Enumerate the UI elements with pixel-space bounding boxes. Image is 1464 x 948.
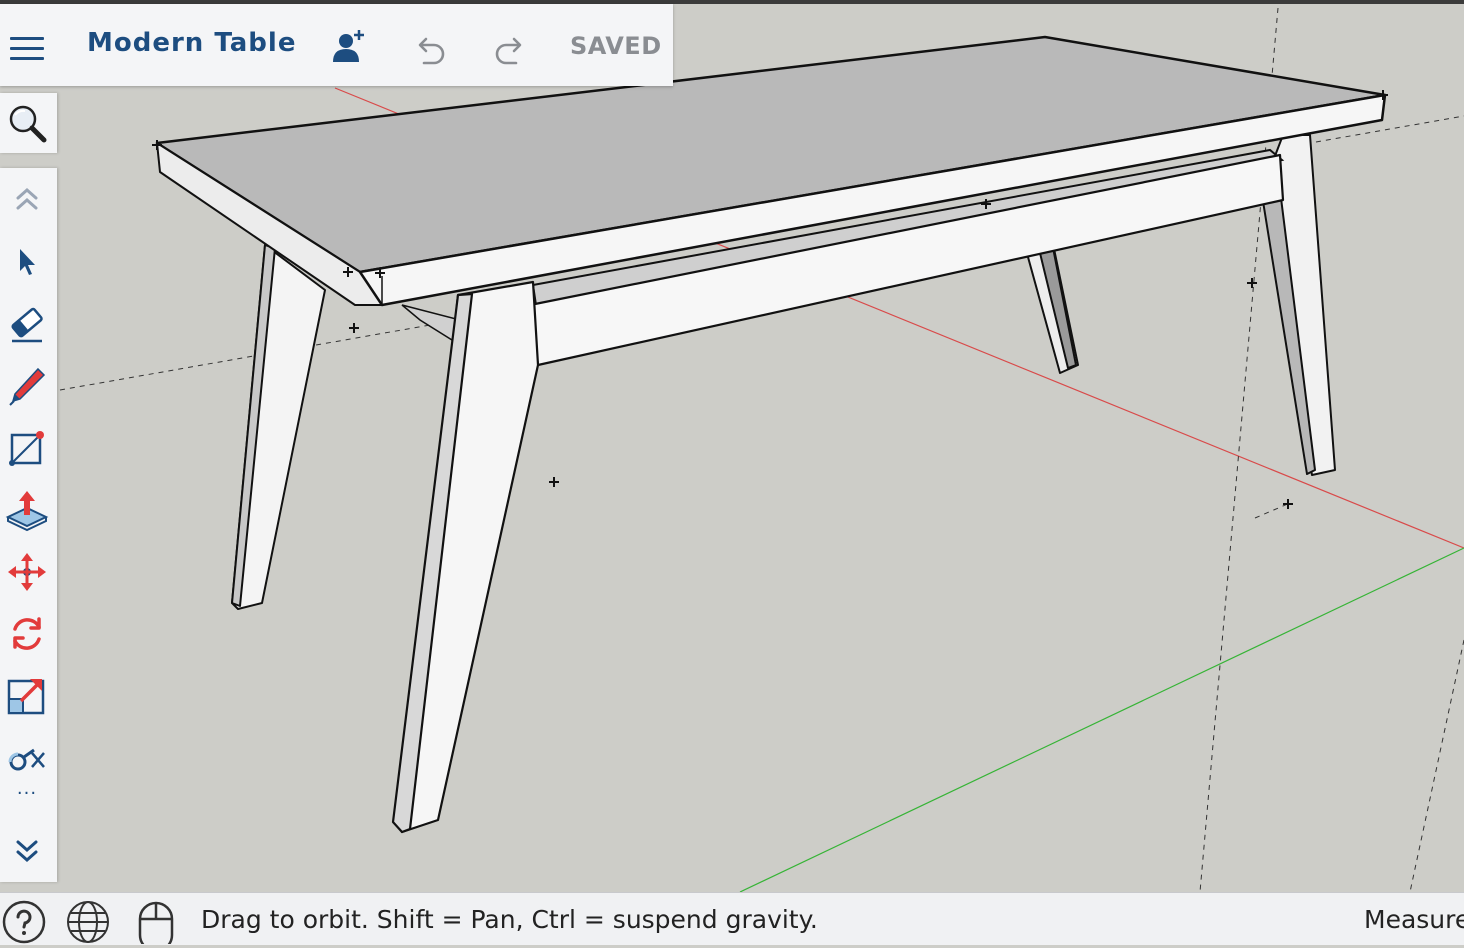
search-panel [0,93,57,153]
move-icon[interactable] [4,549,50,595]
document-header: Modern Table SAVED [0,4,673,86]
left-leg [231,244,326,610]
status-bar: Drag to orbit. Shift = Pan, Ctrl = suspe… [0,892,1464,948]
mouse-icon[interactable] [134,900,178,948]
save-status: SAVED [570,32,662,60]
model-viewport[interactable] [0,4,1464,892]
menu-icon[interactable] [10,37,44,61]
eraser-icon[interactable] [4,301,50,347]
push-pull-icon[interactable] [4,487,50,533]
green-axis [739,547,1464,892]
select-icon[interactable] [4,239,50,285]
front-leg [391,280,540,834]
undo-icon[interactable] [410,28,450,68]
tool-panel: ··· [0,168,57,882]
measurements-label[interactable]: Measure [1364,905,1464,934]
status-message: Drag to orbit. Shift = Pan, Ctrl = suspe… [201,905,818,934]
add-collaborator-icon[interactable] [328,28,368,68]
redo-icon[interactable] [490,28,530,68]
model-title[interactable]: Modern Table [87,28,296,58]
tape-measure-icon[interactable] [4,735,50,781]
expand-down-icon[interactable] [4,828,50,874]
pencil-icon[interactable] [4,363,50,409]
collapse-up-icon[interactable] [4,176,50,222]
rectangle-icon[interactable] [4,425,50,471]
more-icon[interactable]: ··· [4,784,50,814]
help-icon[interactable] [2,900,46,944]
search-icon[interactable] [4,100,50,146]
globe-icon[interactable] [66,900,110,944]
scale-icon[interactable] [4,673,50,719]
rotate-icon[interactable] [4,611,50,657]
